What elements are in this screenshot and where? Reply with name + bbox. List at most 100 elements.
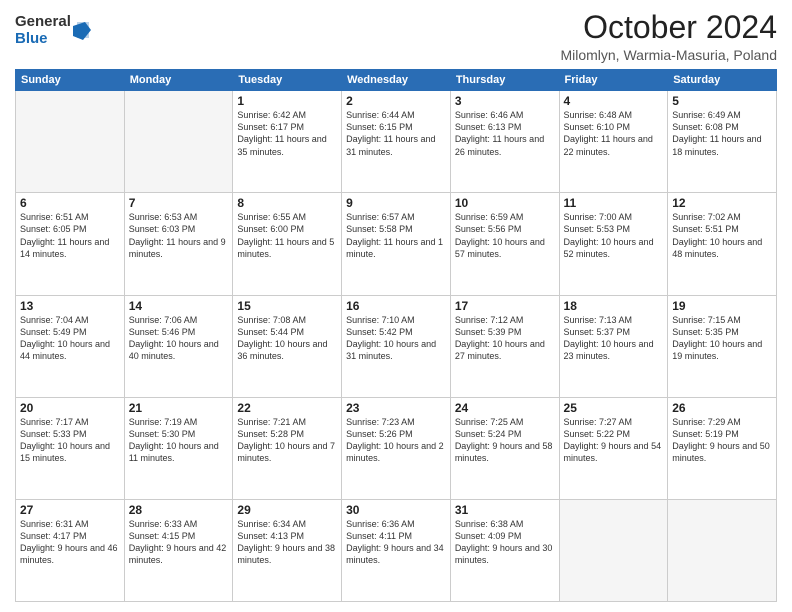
- calendar-day-cell: 20Sunrise: 7:17 AMSunset: 5:33 PMDayligh…: [16, 397, 125, 499]
- day-info: Sunrise: 7:19 AMSunset: 5:30 PMDaylight:…: [129, 416, 229, 465]
- logo: General Blue: [15, 14, 91, 47]
- day-number: 3: [455, 94, 555, 108]
- day-info: Sunrise: 6:48 AMSunset: 6:10 PMDaylight:…: [564, 109, 664, 158]
- day-info: Sunrise: 7:25 AMSunset: 5:24 PMDaylight:…: [455, 416, 555, 465]
- calendar-day-cell: 14Sunrise: 7:06 AMSunset: 5:46 PMDayligh…: [124, 295, 233, 397]
- day-number: 8: [237, 196, 337, 210]
- weekday-header: Saturday: [668, 70, 777, 91]
- day-info: Sunrise: 6:34 AMSunset: 4:13 PMDaylight:…: [237, 518, 337, 567]
- day-number: 25: [564, 401, 664, 415]
- location: Milomlyn, Warmia-Masuria, Poland: [560, 47, 777, 63]
- day-number: 26: [672, 401, 772, 415]
- day-info: Sunrise: 7:15 AMSunset: 5:35 PMDaylight:…: [672, 314, 772, 363]
- calendar-day-cell: 12Sunrise: 7:02 AMSunset: 5:51 PMDayligh…: [668, 193, 777, 295]
- calendar-day-cell: 24Sunrise: 7:25 AMSunset: 5:24 PMDayligh…: [450, 397, 559, 499]
- calendar-day-cell: 15Sunrise: 7:08 AMSunset: 5:44 PMDayligh…: [233, 295, 342, 397]
- day-number: 15: [237, 299, 337, 313]
- calendar-day-cell: [668, 499, 777, 601]
- calendar-week-row: 13Sunrise: 7:04 AMSunset: 5:49 PMDayligh…: [16, 295, 777, 397]
- calendar-day-cell: 28Sunrise: 6:33 AMSunset: 4:15 PMDayligh…: [124, 499, 233, 601]
- day-info: Sunrise: 7:00 AMSunset: 5:53 PMDaylight:…: [564, 211, 664, 260]
- day-info: Sunrise: 6:49 AMSunset: 6:08 PMDaylight:…: [672, 109, 772, 158]
- day-info: Sunrise: 7:08 AMSunset: 5:44 PMDaylight:…: [237, 314, 337, 363]
- calendar-table: SundayMondayTuesdayWednesdayThursdayFrid…: [15, 69, 777, 602]
- calendar-day-cell: 10Sunrise: 6:59 AMSunset: 5:56 PMDayligh…: [450, 193, 559, 295]
- day-number: 19: [672, 299, 772, 313]
- calendar-day-cell: 27Sunrise: 6:31 AMSunset: 4:17 PMDayligh…: [16, 499, 125, 601]
- day-info: Sunrise: 6:42 AMSunset: 6:17 PMDaylight:…: [237, 109, 337, 158]
- logo-icon: [73, 20, 91, 42]
- calendar-day-cell: 31Sunrise: 6:38 AMSunset: 4:09 PMDayligh…: [450, 499, 559, 601]
- calendar-day-cell: 6Sunrise: 6:51 AMSunset: 6:05 PMDaylight…: [16, 193, 125, 295]
- calendar-day-cell: 5Sunrise: 6:49 AMSunset: 6:08 PMDaylight…: [668, 91, 777, 193]
- calendar-day-cell: 19Sunrise: 7:15 AMSunset: 5:35 PMDayligh…: [668, 295, 777, 397]
- day-info: Sunrise: 7:21 AMSunset: 5:28 PMDaylight:…: [237, 416, 337, 465]
- day-number: 24: [455, 401, 555, 415]
- calendar-day-cell: 29Sunrise: 6:34 AMSunset: 4:13 PMDayligh…: [233, 499, 342, 601]
- calendar-week-row: 1Sunrise: 6:42 AMSunset: 6:17 PMDaylight…: [16, 91, 777, 193]
- day-number: 29: [237, 503, 337, 517]
- weekday-header: Wednesday: [342, 70, 451, 91]
- day-number: 12: [672, 196, 772, 210]
- day-info: Sunrise: 6:36 AMSunset: 4:11 PMDaylight:…: [346, 518, 446, 567]
- day-number: 1: [237, 94, 337, 108]
- day-number: 17: [455, 299, 555, 313]
- day-info: Sunrise: 6:59 AMSunset: 5:56 PMDaylight:…: [455, 211, 555, 260]
- day-number: 20: [20, 401, 120, 415]
- calendar-day-cell: 30Sunrise: 6:36 AMSunset: 4:11 PMDayligh…: [342, 499, 451, 601]
- calendar-day-cell: 22Sunrise: 7:21 AMSunset: 5:28 PMDayligh…: [233, 397, 342, 499]
- weekday-header: Tuesday: [233, 70, 342, 91]
- calendar-day-cell: 25Sunrise: 7:27 AMSunset: 5:22 PMDayligh…: [559, 397, 668, 499]
- calendar-body: 1Sunrise: 6:42 AMSunset: 6:17 PMDaylight…: [16, 91, 777, 602]
- day-info: Sunrise: 6:31 AMSunset: 4:17 PMDaylight:…: [20, 518, 120, 567]
- calendar-week-row: 27Sunrise: 6:31 AMSunset: 4:17 PMDayligh…: [16, 499, 777, 601]
- day-number: 16: [346, 299, 446, 313]
- weekday-header: Thursday: [450, 70, 559, 91]
- page-header: General Blue October 2024 Milomlyn, Warm…: [15, 10, 777, 63]
- calendar-day-cell: 4Sunrise: 6:48 AMSunset: 6:10 PMDaylight…: [559, 91, 668, 193]
- day-number: 28: [129, 503, 229, 517]
- day-number: 4: [564, 94, 664, 108]
- day-info: Sunrise: 7:13 AMSunset: 5:37 PMDaylight:…: [564, 314, 664, 363]
- day-info: Sunrise: 7:04 AMSunset: 5:49 PMDaylight:…: [20, 314, 120, 363]
- day-info: Sunrise: 7:23 AMSunset: 5:26 PMDaylight:…: [346, 416, 446, 465]
- calendar-day-cell: 21Sunrise: 7:19 AMSunset: 5:30 PMDayligh…: [124, 397, 233, 499]
- calendar-week-row: 6Sunrise: 6:51 AMSunset: 6:05 PMDaylight…: [16, 193, 777, 295]
- weekday-header: Friday: [559, 70, 668, 91]
- day-info: Sunrise: 7:10 AMSunset: 5:42 PMDaylight:…: [346, 314, 446, 363]
- day-info: Sunrise: 7:29 AMSunset: 5:19 PMDaylight:…: [672, 416, 772, 465]
- day-info: Sunrise: 7:02 AMSunset: 5:51 PMDaylight:…: [672, 211, 772, 260]
- day-number: 18: [564, 299, 664, 313]
- month-title: October 2024: [560, 10, 777, 45]
- calendar-day-cell: [559, 499, 668, 601]
- day-number: 13: [20, 299, 120, 313]
- day-number: 22: [237, 401, 337, 415]
- calendar-day-cell: 17Sunrise: 7:12 AMSunset: 5:39 PMDayligh…: [450, 295, 559, 397]
- day-info: Sunrise: 6:44 AMSunset: 6:15 PMDaylight:…: [346, 109, 446, 158]
- logo-blue: Blue: [15, 31, 71, 48]
- day-number: 23: [346, 401, 446, 415]
- day-info: Sunrise: 7:12 AMSunset: 5:39 PMDaylight:…: [455, 314, 555, 363]
- calendar-day-cell: [16, 91, 125, 193]
- day-number: 31: [455, 503, 555, 517]
- calendar-day-cell: 7Sunrise: 6:53 AMSunset: 6:03 PMDaylight…: [124, 193, 233, 295]
- day-number: 10: [455, 196, 555, 210]
- day-info: Sunrise: 7:06 AMSunset: 5:46 PMDaylight:…: [129, 314, 229, 363]
- day-info: Sunrise: 6:55 AMSunset: 6:00 PMDaylight:…: [237, 211, 337, 260]
- day-number: 30: [346, 503, 446, 517]
- day-info: Sunrise: 6:33 AMSunset: 4:15 PMDaylight:…: [129, 518, 229, 567]
- logo-general: General: [15, 14, 71, 31]
- day-info: Sunrise: 7:27 AMSunset: 5:22 PMDaylight:…: [564, 416, 664, 465]
- calendar-day-cell: 23Sunrise: 7:23 AMSunset: 5:26 PMDayligh…: [342, 397, 451, 499]
- weekday-header: Sunday: [16, 70, 125, 91]
- calendar-day-cell: 26Sunrise: 7:29 AMSunset: 5:19 PMDayligh…: [668, 397, 777, 499]
- weekday-header: Monday: [124, 70, 233, 91]
- day-number: 21: [129, 401, 229, 415]
- calendar-day-cell: 2Sunrise: 6:44 AMSunset: 6:15 PMDaylight…: [342, 91, 451, 193]
- calendar-header: SundayMondayTuesdayWednesdayThursdayFrid…: [16, 70, 777, 91]
- day-number: 2: [346, 94, 446, 108]
- day-number: 9: [346, 196, 446, 210]
- day-info: Sunrise: 6:38 AMSunset: 4:09 PMDaylight:…: [455, 518, 555, 567]
- day-info: Sunrise: 6:46 AMSunset: 6:13 PMDaylight:…: [455, 109, 555, 158]
- title-block: October 2024 Milomlyn, Warmia-Masuria, P…: [560, 10, 777, 63]
